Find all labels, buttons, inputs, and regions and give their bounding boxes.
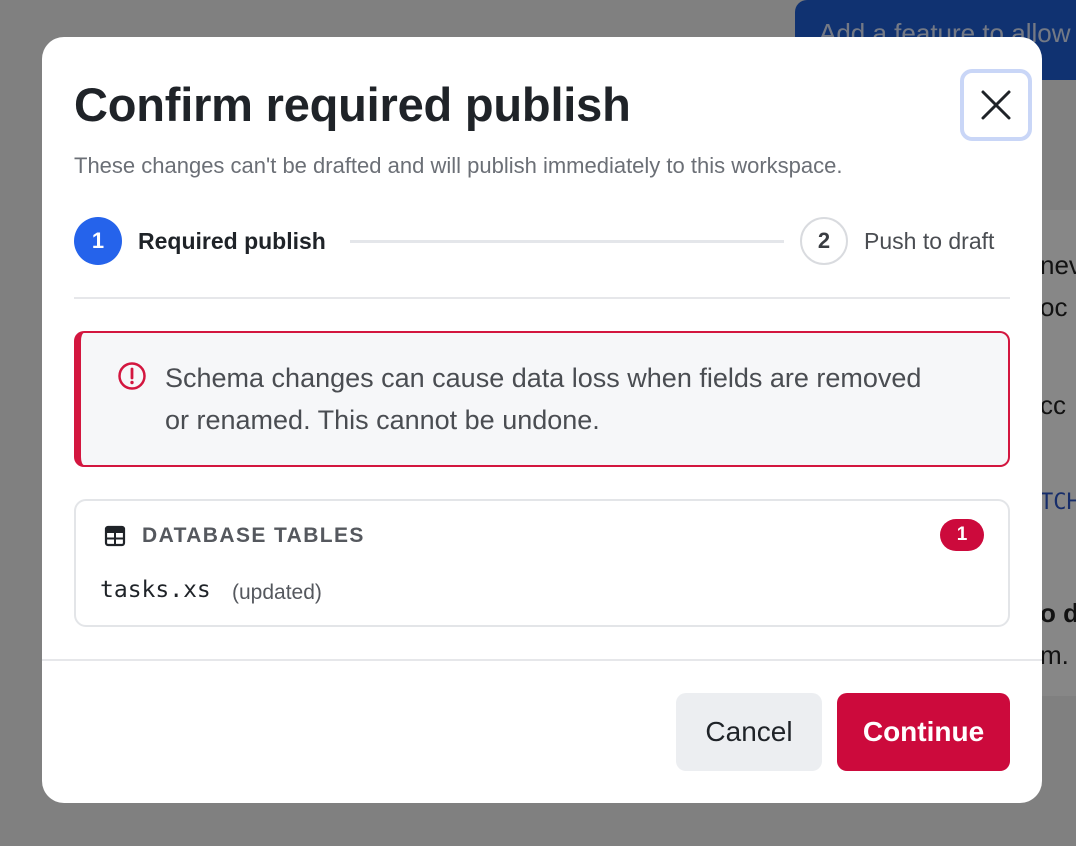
dialog-subtitle: These changes can't be drafted and will …: [74, 153, 843, 178]
step-1-indicator: 1: [74, 217, 122, 265]
close-icon: [981, 90, 1011, 120]
stepper: 1 Required publish 2 Push to draft: [74, 217, 1010, 265]
alert-circle-icon: [118, 362, 146, 390]
table-item-status: (updated): [232, 581, 322, 604]
step-2-indicator: 2: [800, 217, 848, 265]
table-item-name: tasks.xs: [100, 577, 211, 603]
warning-message: Schema changes can cause data loss when …: [165, 363, 922, 435]
database-tables-card: DATABASE TABLES 1 tasks.xs (updated): [74, 499, 1010, 627]
footer-divider: [42, 659, 1042, 661]
step-2-label: Push to draft: [864, 228, 995, 254]
confirm-publish-dialog: Confirm required publish These changes c…: [42, 37, 1042, 803]
step-1-label: Required publish: [138, 228, 326, 254]
stepper-connector: [350, 240, 784, 243]
divider: [74, 297, 1010, 299]
close-button[interactable]: [960, 69, 1032, 141]
table-icon: [104, 525, 126, 547]
continue-button[interactable]: Continue: [837, 693, 1010, 771]
data-loss-warning: Schema changes can cause data loss when …: [74, 331, 1010, 467]
dialog-title: Confirm required publish: [74, 78, 631, 131]
count-badge: 1: [940, 519, 984, 551]
database-tables-heading: DATABASE TABLES: [142, 524, 365, 547]
cancel-button[interactable]: Cancel: [676, 693, 822, 771]
